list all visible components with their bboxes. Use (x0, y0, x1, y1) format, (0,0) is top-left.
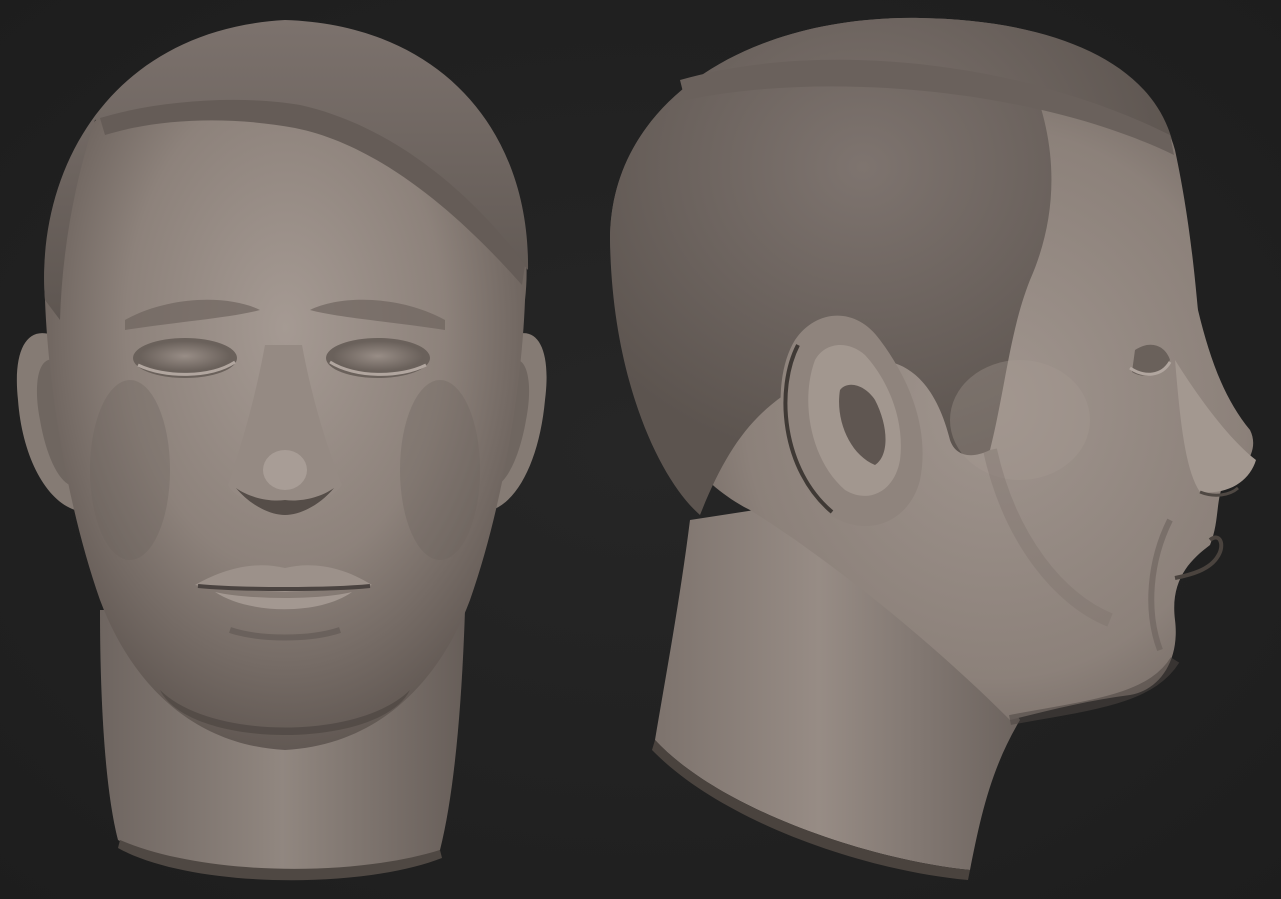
front-head-sculpt (16, 20, 547, 881)
front-view-render (0, 0, 570, 899)
side-view-render (570, 0, 1281, 899)
side-head-sculpt (610, 17, 1256, 880)
viewport-canvas (0, 0, 1281, 899)
